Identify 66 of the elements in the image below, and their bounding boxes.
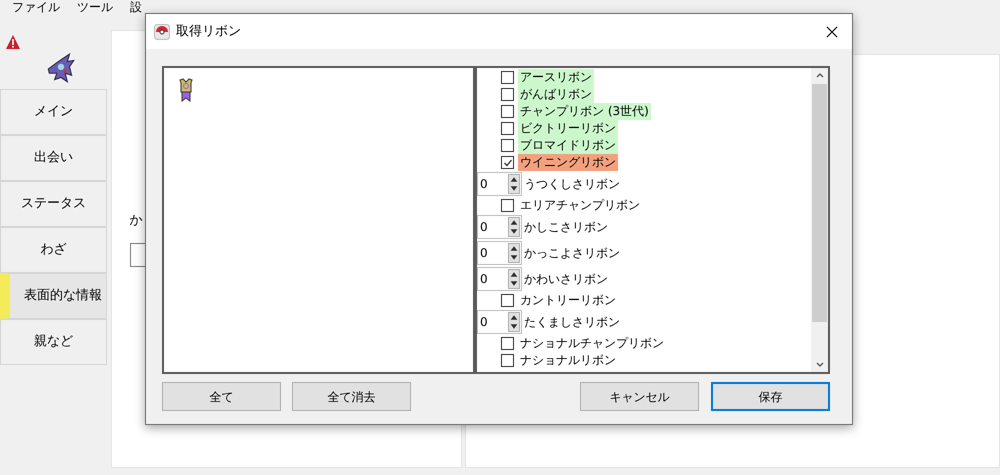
ribbon-label: かしこさリボン <box>524 219 608 236</box>
checkbox[interactable] <box>501 294 514 307</box>
checkbox[interactable] <box>501 139 514 152</box>
checkbox[interactable] <box>501 88 514 101</box>
number-field[interactable]: 0 <box>477 215 522 239</box>
number-field[interactable]: 0 <box>477 241 522 265</box>
checkbox[interactable] <box>501 199 514 212</box>
number-field[interactable]: 0 <box>477 267 522 291</box>
ribbon-label: かわいさリボン <box>524 271 608 288</box>
ribbon-label: ビクトリーリボン <box>518 120 618 137</box>
spin-buttons[interactable] <box>508 243 520 263</box>
up-arrow-icon <box>509 244 519 253</box>
nav-button[interactable]: メイン <box>0 89 107 135</box>
ribbon-label: ウイニングリボン <box>518 154 618 171</box>
checkbox[interactable] <box>501 122 514 135</box>
down-arrow-icon <box>509 322 519 331</box>
up-arrow-icon <box>509 313 519 322</box>
ribbon-label: たくましさリボン <box>524 314 620 331</box>
scrollbar[interactable] <box>811 68 828 372</box>
nav-button[interactable]: 親など <box>0 319 107 365</box>
ribbon-label: ナショナルチャンプリボン <box>519 335 665 352</box>
down-arrow-icon <box>509 279 519 288</box>
ribbon-label: アースリボン <box>518 69 594 86</box>
spin-buttons[interactable] <box>508 217 520 237</box>
action-button[interactable]: 全て消去 <box>292 382 411 411</box>
nav-button[interactable]: わざ <box>0 227 107 273</box>
spin-buttons[interactable] <box>508 312 520 332</box>
action-button[interactable]: 全て <box>162 382 281 411</box>
up-arrow-icon <box>509 175 519 184</box>
nav-button[interactable]: 表面的な情報 <box>0 273 107 319</box>
action-button[interactable]: 保存 <box>711 382 830 411</box>
checkbox[interactable] <box>501 105 514 118</box>
number-field[interactable]: 0 <box>477 172 522 196</box>
ribbon-icon <box>178 78 194 102</box>
ribbon-label: チャンプリボン (3世代) <box>518 103 651 120</box>
ribbon-label: エリアチャンプリボン <box>519 197 641 214</box>
close-icon[interactable] <box>826 26 838 38</box>
check-icon <box>502 158 512 168</box>
number-field[interactable]: 0 <box>477 310 522 334</box>
ribbon-label: うつくしさリボン <box>524 176 620 193</box>
spin-buttons[interactable] <box>508 269 520 289</box>
down-arrow-icon <box>509 184 519 193</box>
checkbox[interactable] <box>501 337 514 350</box>
nav-button[interactable]: ステータス <box>0 181 107 227</box>
menu-item[interactable]: ツール <box>77 1 113 13</box>
ribbon-label: カントリーリボン <box>519 292 617 309</box>
nav-button[interactable]: 出会い <box>0 135 107 181</box>
menu-item[interactable]: ファイル <box>12 1 60 13</box>
up-arrow-icon <box>509 218 519 227</box>
ribbon-label: かっこよさリボン <box>524 245 620 262</box>
down-arrow-icon <box>509 253 519 262</box>
warning-icon <box>5 34 21 50</box>
action-button[interactable]: キャンセル <box>580 382 699 411</box>
ribbon-label: ナショナルリボン <box>519 352 617 369</box>
dialog-title: 取得リボン <box>176 22 241 41</box>
checkbox[interactable] <box>501 156 514 169</box>
ribbon-label: ブロマイドリボン <box>518 137 618 154</box>
checkbox[interactable] <box>501 71 514 84</box>
field-label: か <box>130 213 143 228</box>
spin-buttons[interactable] <box>508 174 520 194</box>
checkbox[interactable] <box>501 354 514 367</box>
down-arrow-icon <box>509 227 519 236</box>
menu-item[interactable]: 設 <box>130 1 142 13</box>
scroll-thumb[interactable] <box>812 84 827 322</box>
ribbon-label: がんばリボン <box>518 86 594 103</box>
up-arrow-icon <box>509 270 519 279</box>
